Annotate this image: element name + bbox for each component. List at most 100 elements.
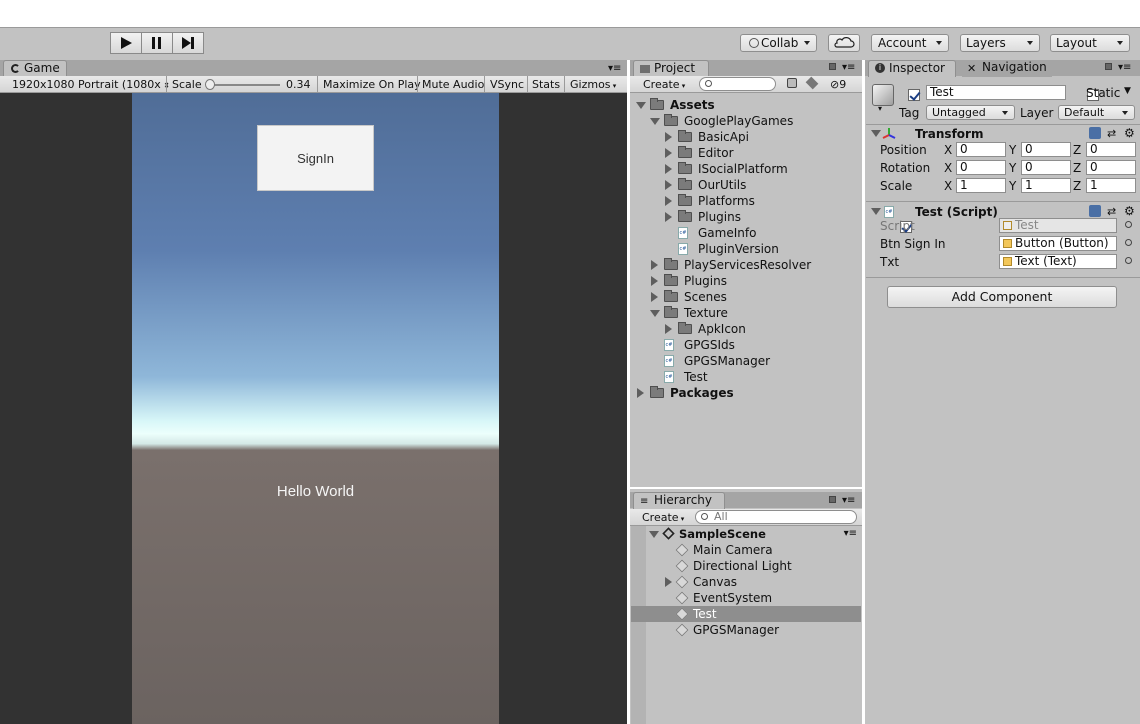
preset-icon[interactable]: ⇄ <box>1107 205 1116 218</box>
collapse-arrow-icon[interactable] <box>665 148 672 158</box>
hierarchy-item[interactable]: Main Camera <box>631 542 861 558</box>
object-reference-field[interactable]: Text (Text) <box>999 254 1117 269</box>
signin-button[interactable]: SignIn <box>257 125 374 191</box>
project-script-item[interactable]: c# Test <box>630 369 862 385</box>
chevron-down-icon[interactable]: ▼ <box>1124 86 1131 96</box>
panel-menu-icon[interactable]: ▾≡ <box>1118 62 1131 73</box>
tab-inspector[interactable]: i Inspector <box>868 60 956 77</box>
mute-audio-toggle[interactable]: Mute Audio <box>422 78 484 92</box>
project-folder-item[interactable]: Texture <box>630 305 862 321</box>
expand-arrow-icon[interactable] <box>650 118 660 125</box>
project-script-item[interactable]: c# PluginVersion <box>630 241 862 257</box>
filter-by-type-icon[interactable] <box>787 78 797 88</box>
hierarchy-search-input[interactable]: All <box>695 510 857 524</box>
lock-icon[interactable] <box>1105 63 1112 70</box>
cloud-button[interactable] <box>828 34 860 52</box>
stats-toggle[interactable]: Stats <box>532 78 560 92</box>
hidden-packages-toggle[interactable]: ⊘9 <box>830 78 846 92</box>
transform-y-field[interactable]: 1 <box>1021 178 1071 193</box>
transform-z-field[interactable]: 1 <box>1086 178 1136 193</box>
expand-arrow-icon[interactable] <box>636 102 646 109</box>
project-create-button[interactable]: Create ▾ <box>643 78 685 93</box>
project-folder-item[interactable]: Plugins <box>630 273 862 289</box>
transform-x-field[interactable]: 0 <box>956 142 1006 157</box>
project-folder-item[interactable]: OurUtils <box>630 177 862 193</box>
pause-button[interactable] <box>141 32 173 54</box>
expand-arrow-icon[interactable] <box>871 130 881 137</box>
tab-navigation[interactable]: ✕ Navigation <box>962 60 1052 77</box>
transform-z-field[interactable]: 0 <box>1086 142 1136 157</box>
layers-button[interactable]: Layers <box>960 34 1040 52</box>
collapse-arrow-icon[interactable] <box>665 132 672 142</box>
hierarchy-item[interactable]: Directional Light <box>631 558 861 574</box>
project-folder-item[interactable]: BasicApi <box>630 129 862 145</box>
lock-icon[interactable] <box>829 496 836 503</box>
maximize-on-play-toggle[interactable]: Maximize On Play <box>323 78 421 92</box>
gear-icon[interactable]: ⚙ <box>1124 204 1135 218</box>
hierarchy-item[interactable]: EventSystem <box>631 590 861 606</box>
tab-project[interactable]: Project <box>633 60 709 77</box>
collab-button[interactable]: Collab <box>740 34 817 52</box>
transform-y-field[interactable]: 0 <box>1021 160 1071 175</box>
collapse-arrow-icon[interactable] <box>651 276 658 286</box>
project-folder-item[interactable]: Platforms <box>630 193 862 209</box>
layer-dropdown[interactable]: Default <box>1058 105 1135 120</box>
scale-slider-track[interactable] <box>208 84 280 86</box>
project-folder-item[interactable]: Plugins <box>630 209 862 225</box>
object-reference-field[interactable]: Button (Button) <box>999 236 1117 251</box>
object-name-field[interactable]: Test <box>926 85 1066 100</box>
project-folder-item[interactable]: Editor <box>630 145 862 161</box>
help-icon[interactable] <box>1089 205 1101 217</box>
hierarchy-item[interactable]: GPGSManager <box>631 622 861 638</box>
hierarchy-create-button[interactable]: Create ▾ <box>642 511 684 526</box>
project-script-item[interactable]: c# GPGSManager <box>630 353 862 369</box>
project-folder-item[interactable]: GooglePlayGames <box>630 113 862 129</box>
tag-dropdown[interactable]: Untagged <box>926 105 1015 120</box>
scale-slider-thumb[interactable] <box>205 79 215 90</box>
collapse-arrow-icon[interactable] <box>651 292 658 302</box>
collapse-arrow-icon[interactable] <box>665 196 672 206</box>
transform-y-field[interactable]: 0 <box>1021 142 1071 157</box>
transform-z-field[interactable]: 0 <box>1086 160 1136 175</box>
collapse-arrow-icon[interactable] <box>665 164 672 174</box>
tab-game[interactable]: Game <box>3 60 67 77</box>
gear-icon[interactable]: ⚙ <box>1124 126 1135 140</box>
expand-arrow-icon[interactable] <box>871 208 881 215</box>
transform-x-field[interactable]: 0 <box>956 160 1006 175</box>
scene-menu-icon[interactable]: ▾≡ <box>844 526 857 542</box>
project-folder-item[interactable]: ApkIcon <box>630 321 862 337</box>
project-folder-item[interactable]: Packages <box>630 385 862 401</box>
transform-x-field[interactable]: 1 <box>956 178 1006 193</box>
project-folder-item[interactable]: PlayServicesResolver <box>630 257 862 273</box>
gizmos-dropdown[interactable]: Gizmos ▾ <box>570 78 616 93</box>
project-folder-item[interactable]: Assets <box>630 97 862 113</box>
preset-icon[interactable]: ⇄ <box>1107 127 1116 140</box>
add-component-button[interactable]: Add Component <box>887 286 1117 308</box>
layout-button[interactable]: Layout <box>1050 34 1130 52</box>
project-folder-item[interactable]: Scenes <box>630 289 862 305</box>
panel-menu-icon[interactable]: ▾≡ <box>608 64 621 74</box>
object-picker-icon[interactable] <box>1125 221 1132 228</box>
object-picker-icon[interactable] <box>1125 257 1132 264</box>
vsync-toggle[interactable]: VSync <box>490 78 524 92</box>
resolution-dropdown[interactable]: 1920x1080 Portrait (1080x ⬍ <box>12 78 170 93</box>
active-checkbox[interactable] <box>908 88 920 101</box>
scene-row[interactable]: SampleScene ▾≡ <box>631 526 861 542</box>
account-button[interactable]: Account <box>871 34 949 52</box>
tab-hierarchy[interactable]: ≡ Hierarchy <box>633 492 725 509</box>
play-button[interactable] <box>110 32 142 54</box>
expand-arrow-icon[interactable] <box>650 310 660 317</box>
panel-menu-icon[interactable]: ▾≡ <box>842 62 855 73</box>
project-folder-item[interactable]: ISocialPlatform <box>630 161 862 177</box>
collapse-arrow-icon[interactable] <box>665 324 672 334</box>
project-search-input[interactable] <box>699 77 776 91</box>
panel-menu-icon[interactable]: ▾≡ <box>842 495 855 506</box>
hierarchy-item[interactable]: Test <box>631 606 861 622</box>
collapse-arrow-icon[interactable] <box>637 388 644 398</box>
lock-icon[interactable] <box>829 63 836 70</box>
collapse-arrow-icon[interactable] <box>651 260 658 270</box>
help-icon[interactable] <box>1089 127 1101 139</box>
hierarchy-item[interactable]: Canvas <box>631 574 861 590</box>
project-script-item[interactable]: c# GPGSIds <box>630 337 862 353</box>
project-script-item[interactable]: c# GameInfo <box>630 225 862 241</box>
